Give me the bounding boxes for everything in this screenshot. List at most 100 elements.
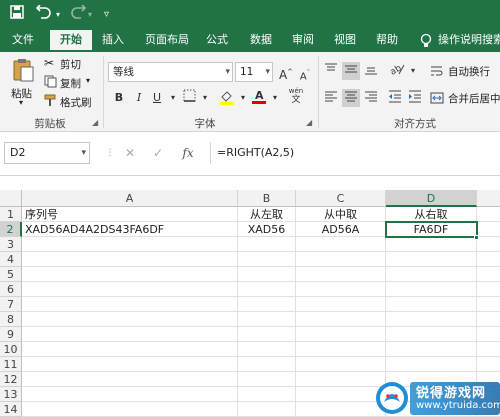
format-painter-button[interactable]: 格式刷: [44, 94, 94, 110]
redo-dropdown-icon[interactable]: ▾: [88, 5, 92, 25]
undo-dropdown-icon[interactable]: ▾: [56, 5, 60, 25]
borders-dropdown-icon[interactable]: ▾: [196, 89, 214, 107]
align-center-button[interactable]: [342, 89, 360, 107]
font-size-select[interactable]: 11 ▾: [235, 62, 273, 82]
paste-icon: [12, 58, 34, 85]
redo-icon[interactable]: [70, 4, 87, 25]
tab-formulas[interactable]: 公式: [200, 30, 234, 52]
row-header-8[interactable]: 8: [0, 312, 22, 327]
cell-a1[interactable]: 序列号: [22, 207, 238, 222]
increase-indent-button[interactable]: [406, 89, 424, 107]
cancel-icon[interactable]: ✕: [120, 143, 140, 163]
font-name-value: 等线: [113, 66, 134, 78]
cell-d2[interactable]: FA6DF: [386, 222, 477, 237]
align-top-icon: [325, 63, 337, 71]
tab-help[interactable]: 帮助: [370, 30, 404, 52]
orientation-dropdown-icon[interactable]: ▾: [404, 62, 422, 80]
customize-qat-icon[interactable]: ▿: [104, 5, 109, 25]
paste-dropdown-icon: ▾: [19, 98, 24, 107]
format-painter-label: 格式刷: [60, 97, 92, 109]
bold-button[interactable]: B: [110, 89, 128, 107]
row-header-5[interactable]: 5: [0, 267, 22, 282]
undo-icon[interactable]: [35, 4, 52, 25]
enter-icon[interactable]: ✓: [148, 143, 168, 163]
increase-font-size-button[interactable]: A^: [277, 63, 295, 82]
ribbon-tabs: 文件 开始 插入 页面布局 公式 数据 审阅 视图 帮助 操作说明搜索: [0, 30, 500, 52]
name-box-value: D2: [10, 146, 26, 159]
fill-handle[interactable]: [474, 235, 479, 240]
wrap-text-icon: [430, 64, 444, 81]
cell-c2[interactable]: AD56A: [296, 222, 386, 237]
phonetic-guide-button[interactable]: wén 文: [284, 87, 308, 105]
chevron-down-icon: ▾: [225, 67, 230, 77]
increase-indent-icon: [409, 90, 421, 103]
watermark-logo: 锐得游戏网 www.ytruida.com: [372, 380, 500, 417]
tab-page-layout[interactable]: 页面布局: [138, 30, 196, 52]
row-header-2[interactable]: 2: [0, 222, 22, 237]
cut-button[interactable]: ✂ 剪切: [44, 56, 90, 72]
row-header-6[interactable]: 6: [0, 282, 22, 297]
row-header-9[interactable]: 9: [0, 327, 22, 342]
cell-b2[interactable]: XAD56: [238, 222, 296, 237]
alignment-group-label: 对齐方式: [394, 118, 436, 130]
save-icon[interactable]: [10, 5, 24, 25]
decrease-font-size-button[interactable]: Aˇ: [296, 64, 314, 82]
copy-label: 复制: [60, 78, 81, 90]
row-header-13[interactable]: 13: [0, 387, 22, 402]
align-left-button[interactable]: [322, 89, 340, 107]
row-header-3[interactable]: 3: [0, 237, 22, 252]
merge-cells-icon: [430, 91, 444, 108]
row-header-10[interactable]: 10: [0, 342, 22, 357]
font-color-dropdown-icon[interactable]: ▾: [266, 89, 284, 107]
tab-review[interactable]: 审阅: [286, 30, 320, 52]
cell-d1[interactable]: 从右取: [386, 207, 477, 222]
insert-function-icon[interactable]: fx: [178, 143, 198, 163]
font-name-select[interactable]: 等线 ▾: [108, 62, 233, 82]
font-launcher-icon[interactable]: ◢: [306, 118, 312, 127]
row-header-4[interactable]: 4: [0, 252, 22, 267]
ribbon: 粘贴 ▾ ✂ 剪切 复制 ▾ 格式刷 剪贴板 ◢ 等线 ▾ 11 ▾ A^ Aˇ…: [0, 52, 500, 132]
align-center-icon: [345, 91, 357, 102]
chevron-down-icon: ▾: [265, 67, 270, 77]
cut-label: 剪切: [60, 59, 81, 71]
tab-data[interactable]: 数据: [244, 30, 278, 52]
name-box[interactable]: D2 ▾: [4, 142, 90, 164]
svg-text:A: A: [255, 89, 264, 102]
select-all-corner[interactable]: [0, 190, 22, 207]
tab-file[interactable]: 文件: [4, 30, 42, 52]
tab-insert[interactable]: 插入: [96, 30, 130, 52]
formula-input[interactable]: =RIGHT(A2,5): [210, 142, 500, 164]
align-right-button[interactable]: [362, 89, 380, 107]
align-middle-button[interactable]: [342, 62, 360, 80]
row-header-11[interactable]: 11: [0, 357, 22, 372]
column-header-e[interactable]: [477, 190, 500, 207]
italic-button[interactable]: I: [130, 89, 148, 107]
row-header-12[interactable]: 12: [0, 372, 22, 387]
cell-c1[interactable]: 从中取: [296, 207, 386, 222]
paintbrush-icon: [44, 94, 57, 110]
row-header-7[interactable]: 7: [0, 297, 22, 312]
watermark-title: 锐得游戏网: [416, 386, 487, 401]
chevron-down-icon: ▾: [81, 148, 86, 158]
merge-center-label: 合并后居中: [448, 93, 500, 105]
tab-view[interactable]: 视图: [328, 30, 362, 52]
tab-home[interactable]: 开始: [50, 30, 92, 52]
column-header-a[interactable]: A: [22, 190, 238, 207]
font-group-label: 字体: [194, 118, 216, 130]
row-header-1[interactable]: 1: [0, 207, 22, 222]
paste-button[interactable]: 粘贴 ▾: [8, 58, 38, 108]
column-header-d[interactable]: D: [386, 190, 477, 207]
column-header-c[interactable]: C: [296, 190, 386, 207]
cell-b1[interactable]: 从左取: [238, 207, 296, 222]
copy-button[interactable]: 复制 ▾: [44, 75, 96, 91]
align-bottom-icon: [365, 67, 377, 75]
align-top-button[interactable]: [322, 62, 340, 80]
wrap-text-button[interactable]: 自动换行: [430, 62, 500, 80]
column-header-b[interactable]: B: [238, 190, 296, 207]
cell-a2[interactable]: XAD56AD4A2DS43FA6DF: [22, 222, 238, 237]
align-bottom-button[interactable]: [362, 62, 380, 80]
row-header-14[interactable]: 14: [0, 402, 22, 417]
clipboard-launcher-icon[interactable]: ◢: [92, 118, 98, 127]
merge-center-button[interactable]: 合并后居中: [430, 89, 500, 107]
decrease-indent-button[interactable]: [386, 89, 404, 107]
